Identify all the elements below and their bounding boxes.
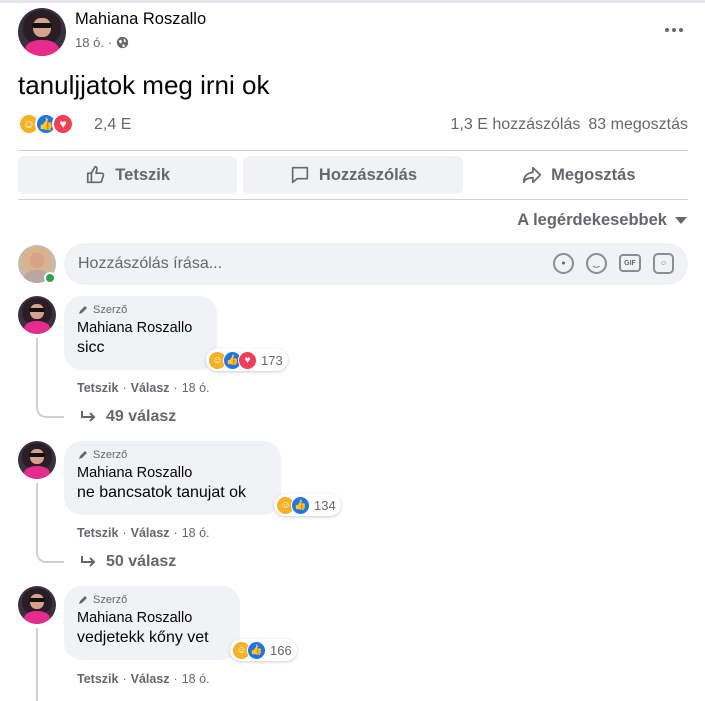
globe-icon	[117, 36, 129, 49]
comment-text: vedjetekk kőny vet	[77, 629, 209, 646]
online-status-dot	[44, 272, 56, 284]
comment-reaction-count: 166	[270, 642, 292, 658]
comments-count-link[interactable]: 1,3 E hozzászólás	[451, 116, 581, 134]
view-replies-link[interactable]: 50 válasz	[80, 553, 176, 571]
comment-author-name[interactable]: Mahiana Roszallo	[77, 465, 268, 481]
comment-item: Szerző Mahiana Roszallo ne bancsatok tan…	[18, 441, 688, 576]
reaction-count[interactable]: 2,4 E	[94, 116, 131, 134]
comment-reply-link[interactable]: Válasz	[131, 381, 170, 395]
comment-reaction-count: 134	[314, 497, 336, 513]
reactions-summary: ☺ 👍 ♥ 2,4 E 1,3 E hozzászólás 83 megoszt…	[18, 113, 688, 139]
comment-bubble: Szerző Mahiana Roszallo ne bancsatok tan…	[64, 441, 281, 515]
composer-icons: ● ‿ GIF ☺	[553, 253, 674, 274]
pen-icon	[79, 451, 87, 459]
post-author-name[interactable]: Mahiana Roszallo	[75, 10, 206, 29]
like-button[interactable]: Tetszik	[18, 156, 238, 194]
comment-like-link[interactable]: Tetszik	[77, 672, 118, 686]
love-reaction-icon: ♥	[238, 350, 257, 370]
like-button-label: Tetszik	[115, 165, 171, 184]
emoji-icon[interactable]: ‿	[586, 253, 607, 274]
pen-icon	[79, 596, 87, 604]
comment-sort-dropdown[interactable]: A legérdekesebbek	[517, 211, 687, 230]
comment-author-avatar[interactable]	[18, 296, 56, 334]
post-header: Mahiana Roszallo 18 ó. ·	[18, 8, 688, 56]
comment-actions: Tetszik · Válasz · 18 ó.	[77, 672, 210, 686]
comment-text: ne bancsatok tanujat ok	[77, 484, 247, 501]
post-time[interactable]: 18 ó.	[75, 35, 104, 50]
comment-author-name[interactable]: Mahiana Roszallo	[77, 610, 227, 626]
thread-line	[36, 483, 38, 549]
share-button[interactable]: Megosztás	[468, 156, 688, 194]
reply-arrow-icon	[81, 556, 96, 567]
comment-text: sicc	[77, 339, 105, 356]
comment-author-name[interactable]: Mahiana Roszallo	[77, 320, 204, 336]
comment-bubble: Szerző Mahiana Roszallo vedjetekk kőny v…	[64, 586, 240, 660]
comment-reaction-count: 173	[261, 352, 283, 368]
comment-reply-link[interactable]: Válasz	[131, 672, 170, 686]
comment-button[interactable]: Hozzászólás	[243, 156, 463, 194]
sort-label: A legérdekesebbek	[517, 211, 667, 229]
caret-down-icon	[675, 217, 687, 224]
comment-like-link[interactable]: Tetszik	[77, 526, 118, 540]
comment-author-avatar[interactable]	[18, 441, 56, 479]
more-options-icon[interactable]	[660, 18, 688, 42]
gif-icon[interactable]: GIF	[619, 254, 641, 272]
post-stats: 1,3 E hozzászólás 83 megosztás	[451, 116, 688, 134]
share-button-label: Megosztás	[551, 165, 636, 184]
comment-bubble: Szerző Mahiana Roszallo sicc	[64, 296, 217, 370]
view-replies-link[interactable]: 49 válasz	[80, 408, 176, 426]
reaction-icons[interactable]: ☺ 👍 ♥	[18, 113, 74, 135]
post-action-bar: Tetszik Hozzászólás Megosztás	[18, 156, 688, 194]
divider	[18, 199, 688, 200]
post-text: tanuljjatok meg irni ok	[18, 70, 270, 100]
like-reaction-icon: 👍	[291, 495, 310, 515]
author-badge: Szerző	[77, 594, 227, 606]
author-badge: Szerző	[77, 304, 204, 316]
comment-time[interactable]: 18 ó.	[182, 672, 210, 686]
comment-item: Szerző Mahiana Roszallo sicc ☺ 👍 ♥ 173 T…	[18, 296, 688, 431]
author-badge: Szerző	[77, 449, 268, 461]
shares-count-link[interactable]: 83 megosztás	[588, 116, 688, 134]
comment-composer: ● ‿ GIF ☺	[18, 243, 688, 285]
comment-time[interactable]: 18 ó.	[182, 381, 210, 395]
thread-line	[36, 338, 38, 404]
comment-reactions[interactable]: ☺ 👍 134	[274, 494, 341, 516]
comment-reactions[interactable]: ☺ 👍 ♥ 173	[206, 349, 288, 371]
comment-reply-link[interactable]: Válasz	[131, 526, 170, 540]
sticker-icon[interactable]: ☺	[653, 253, 674, 274]
avatar-sticker-icon[interactable]: ●	[553, 253, 574, 274]
comment-icon	[291, 166, 309, 184]
love-reaction-icon: ♥	[52, 113, 74, 135]
thread-curve	[36, 404, 64, 418]
author-avatar[interactable]	[18, 8, 66, 56]
share-icon	[523, 166, 542, 184]
divider	[18, 150, 688, 151]
comment-actions: Tetszik · Válasz · 18 ó.	[77, 381, 210, 395]
comment-item: Szerző Mahiana Roszallo vedjetekk kőny v…	[18, 586, 688, 701]
thread-line	[36, 628, 38, 701]
meta-separator: ·	[107, 35, 113, 50]
top-divider	[0, 0, 705, 3]
thread-curve	[36, 549, 64, 563]
comment-button-label: Hozzászólás	[318, 165, 418, 184]
comment-reactions[interactable]: ☺ 👍 166	[230, 639, 297, 661]
comment-author-avatar[interactable]	[18, 586, 56, 624]
comment-like-link[interactable]: Tetszik	[77, 381, 118, 395]
reply-arrow-icon	[81, 411, 96, 422]
comment-time[interactable]: 18 ó.	[182, 526, 210, 540]
like-reaction-icon: 👍	[247, 640, 266, 660]
post-meta: 18 ó. ·	[75, 35, 129, 50]
thumbs-up-icon	[87, 165, 105, 184]
pen-icon	[79, 306, 87, 314]
comment-actions: Tetszik · Válasz · 18 ó.	[77, 526, 210, 540]
